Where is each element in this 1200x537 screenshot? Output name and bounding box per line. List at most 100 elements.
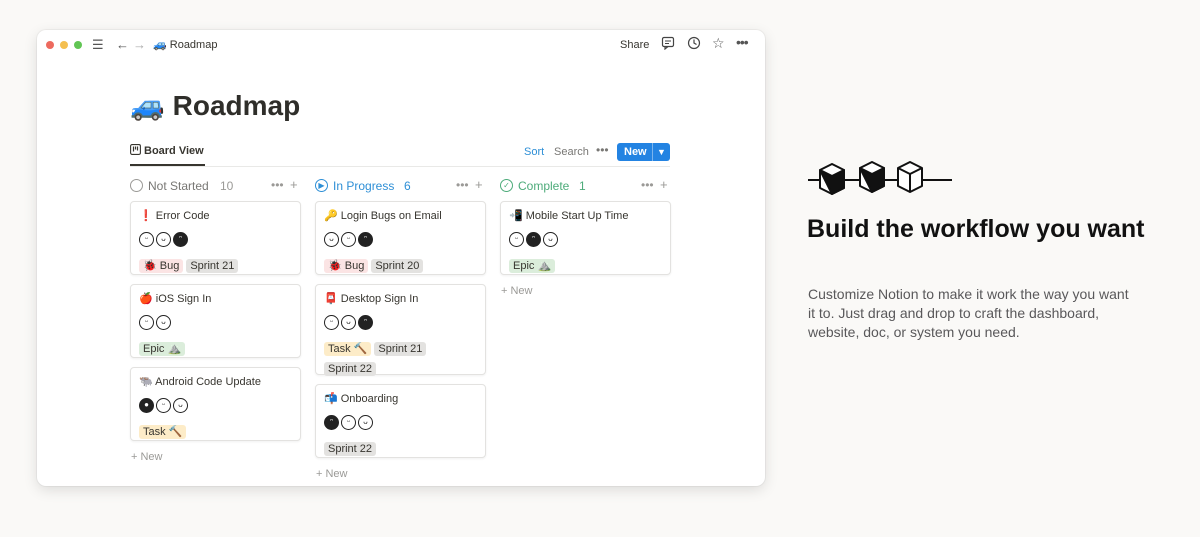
avatar[interactable]: ᴗ	[173, 398, 188, 413]
assignees: ᵔᵕᴗ	[324, 415, 375, 431]
avatar[interactable]: ᵔ	[526, 232, 541, 247]
card-error-code[interactable]: ❗ Error Code ᵕᴗᵔ 🐞 Bug Sprint 21	[130, 201, 301, 275]
comment-icon[interactable]	[661, 36, 675, 54]
tag-task: Task 🔨	[139, 425, 187, 439]
column-header[interactable]: ▶ In Progress 6 ••• +	[315, 177, 486, 196]
tag-epic: Epic ⛰️	[139, 342, 186, 356]
column-name: In Progress	[333, 179, 395, 193]
search-button[interactable]: Search	[554, 145, 589, 159]
avatar[interactable]: ᵕ	[139, 315, 154, 330]
tags: Epic ⛰️	[139, 339, 299, 359]
assignees: ᵕᴗᵔ	[324, 315, 375, 331]
card-onboarding[interactable]: 📬 Onboarding ᵔᵕᴗ Sprint 22	[315, 384, 486, 458]
avatar[interactable]: ᴗ	[156, 315, 171, 330]
back-arrow-icon[interactable]: ←	[116, 37, 129, 53]
assignees: ● ᵕ ᴗ	[139, 398, 190, 414]
avatar[interactable]: ᴗ	[358, 415, 373, 430]
tab-label: Board View	[144, 145, 204, 157]
more-icon[interactable]: •••	[736, 34, 749, 50]
column-more-icon[interactable]: •••	[641, 177, 654, 193]
avatar[interactable]: ᵔ	[324, 415, 339, 430]
minimize-window-dot[interactable]	[60, 41, 68, 49]
avatar[interactable]: ●	[139, 398, 154, 413]
assignees: ᵕᵔᴗ	[509, 232, 560, 248]
tag-sprint: Sprint 21	[186, 259, 239, 273]
column-name: Not Started	[148, 179, 209, 193]
card-login-bugs[interactable]: 🔑 Login Bugs on Email ᴗᵕᵔ 🐞 Bug Sprint 20	[315, 201, 486, 275]
avatar[interactable]: ᵕ	[139, 232, 154, 247]
avatar[interactable]: ᴗ	[543, 232, 558, 247]
column-name: Complete	[518, 179, 570, 193]
card-title: 🔑 Login Bugs on Email	[324, 210, 442, 222]
avatar[interactable]: ᴗ	[324, 232, 339, 247]
avatar[interactable]: ᴗ	[156, 232, 171, 247]
card-title: 📮 Desktop Sign In	[324, 293, 419, 305]
card-title: 🍎 iOS Sign In	[139, 293, 212, 305]
card-android-code-update[interactable]: 🐃 Android Code Update ● ᵕ ᴗ Task 🔨	[130, 367, 301, 441]
new-button-label: New	[624, 146, 647, 158]
card-mobile-start-up[interactable]: 📲 Mobile Start Up Time ᵕᵔᴗ Epic ⛰️	[500, 201, 671, 275]
assignees: ᵕᴗ	[139, 315, 173, 331]
card-title: 📬 Onboarding	[324, 393, 399, 405]
column-not-started: Not Started 10 ••• + ❗ Error Code ᵕᴗᵔ 🐞 …	[130, 177, 301, 463]
tag-sprint: Sprint 20	[371, 259, 424, 273]
tab-board-view[interactable]: Board View	[130, 144, 204, 159]
add-card-button[interactable]: + New	[131, 450, 163, 464]
avatar[interactable]: ᵕ	[509, 232, 524, 247]
avatar[interactable]: ᵔ	[173, 232, 188, 247]
column-header[interactable]: Not Started 10 ••• +	[130, 177, 301, 196]
share-button[interactable]: Share	[620, 38, 649, 52]
complete-check-icon: ✓	[500, 179, 513, 192]
tag-bug: 🐞 Bug	[324, 259, 369, 273]
avatar[interactable]: ᵕ	[324, 315, 339, 330]
more-options-icon[interactable]: •••	[596, 142, 609, 158]
column-add-icon[interactable]: +	[475, 177, 483, 193]
add-card-button[interactable]: + New	[316, 467, 348, 481]
star-icon[interactable]: ☆	[712, 35, 725, 51]
cube-chain-icon	[808, 158, 952, 201]
column-more-icon[interactable]: •••	[271, 177, 284, 193]
new-button[interactable]: New ▼	[617, 143, 670, 161]
sort-button[interactable]: Sort	[524, 145, 544, 159]
zoom-window-dot[interactable]	[74, 41, 82, 49]
card-ios-sign-in[interactable]: 🍎 iOS Sign In ᵕᴗ Epic ⛰️	[130, 284, 301, 358]
column-add-icon[interactable]: +	[290, 177, 298, 193]
tag-sprint: Sprint 22	[324, 442, 377, 456]
avatar[interactable]: ᴗ	[341, 315, 356, 330]
breadcrumb[interactable]: 🚙 Roadmap	[153, 38, 217, 52]
tag-bug: 🐞 Bug	[139, 259, 184, 273]
chevron-down-icon[interactable]: ▼	[657, 145, 666, 159]
avatar[interactable]: ᵕ	[341, 415, 356, 430]
tags: 🐞 Bug Sprint 20	[324, 256, 484, 276]
app-window: ☰ ← → 🚙 Roadmap Share ☆ ••• 🚙 Roadmap Bo…	[37, 30, 765, 486]
column-count: 1	[579, 179, 586, 193]
column-add-icon[interactable]: +	[660, 177, 668, 193]
card-title: ❗ Error Code	[139, 210, 210, 222]
avatar[interactable]: ᵔ	[358, 232, 373, 247]
avatar[interactable]: ᵕ	[156, 398, 171, 413]
menu-icon[interactable]: ☰	[92, 37, 104, 53]
forward-arrow-icon[interactable]: →	[133, 37, 146, 53]
tag-sprint: Sprint 21	[374, 342, 427, 356]
tag-sprint: Sprint 22	[324, 362, 377, 376]
column-complete: ✓ Complete 1 ••• + 📲 Mobile Start Up Tim…	[500, 177, 671, 297]
tags: Task 🔨	[139, 422, 299, 442]
page-title: 🚙 Roadmap	[130, 90, 301, 121]
titlebar: ☰ ← → 🚙 Roadmap Share ☆ •••	[37, 30, 765, 60]
avatar[interactable]: ᵕ	[341, 232, 356, 247]
hero-title: Build the workflow you want	[807, 215, 1145, 243]
tags: Task 🔨 Sprint 21 Sprint 22	[324, 339, 484, 379]
card-desktop-sign-in[interactable]: 📮 Desktop Sign In ᵕᴗᵔ Task 🔨 Sprint 21 Spr…	[315, 284, 486, 376]
tags: 🐞 Bug Sprint 21	[139, 256, 299, 276]
close-window-dot[interactable]	[46, 41, 54, 49]
tag-epic: Epic ⛰️	[509, 259, 556, 273]
avatar[interactable]: ᵔ	[358, 315, 373, 330]
column-more-icon[interactable]: •••	[456, 177, 469, 193]
not-started-circle-icon	[130, 179, 143, 192]
clock-icon[interactable]	[687, 36, 701, 54]
column-in-progress: ▶ In Progress 6 ••• + 🔑 Login Bugs on Em…	[315, 177, 486, 480]
column-header[interactable]: ✓ Complete 1 ••• +	[500, 177, 671, 196]
add-card-button[interactable]: + New	[501, 284, 533, 298]
assignees: ᴗᵕᵔ	[324, 232, 375, 248]
assignees: ᵕᴗᵔ	[139, 232, 190, 248]
